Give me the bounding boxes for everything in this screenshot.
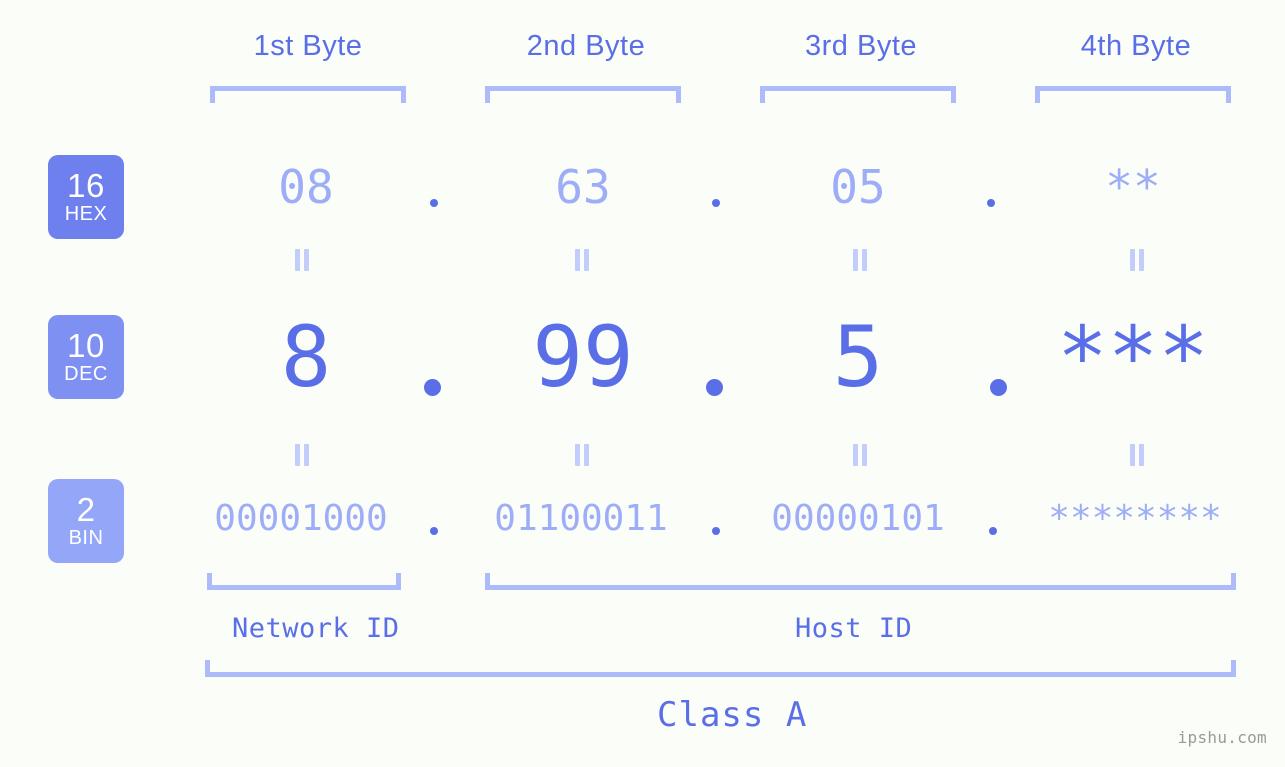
base-badge-hex-number: 16 xyxy=(67,166,105,204)
base-badge-dec: 10 DEC xyxy=(48,315,124,399)
byte-bracket-2 xyxy=(485,86,681,103)
hex-byte-4: ** xyxy=(1105,160,1161,214)
dec-byte-1: 8 xyxy=(280,308,332,406)
bin-separator-dot-1 xyxy=(430,527,438,535)
host-id-bracket xyxy=(485,573,1236,590)
dec-byte-2: 99 xyxy=(532,308,634,406)
equality-mark-hex-dec-1 xyxy=(292,249,312,271)
byte-header-label-2: 2nd Byte xyxy=(526,30,646,62)
dec-byte-3: 5 xyxy=(832,308,884,406)
dec-byte-4: *** xyxy=(1057,308,1209,406)
equality-mark-dec-bin-3 xyxy=(850,444,870,466)
byte-bracket-3 xyxy=(760,86,956,103)
equality-mark-dec-bin-1 xyxy=(292,444,312,466)
bin-byte-3: 00000101 xyxy=(771,498,945,539)
ip-address-breakdown-diagram: { "meta": { "background": "#fbfdf8", "ac… xyxy=(0,0,1285,767)
base-badge-dec-name: DEC xyxy=(64,362,108,385)
base-badge-dec-number: 10 xyxy=(67,326,105,364)
equality-mark-dec-bin-4 xyxy=(1127,444,1147,466)
hex-separator-dot-1 xyxy=(430,199,438,207)
base-badge-hex-name: HEX xyxy=(64,202,108,225)
host-id-label: Host ID xyxy=(795,613,913,644)
class-label: Class A xyxy=(657,695,808,735)
equality-mark-hex-dec-3 xyxy=(850,249,870,271)
byte-header-label-4: 4th Byte xyxy=(1080,30,1192,62)
base-badge-bin-name: BIN xyxy=(68,526,104,549)
bin-separator-dot-2 xyxy=(712,527,720,535)
bin-separator-dot-3 xyxy=(989,527,997,535)
dec-separator-dot-2 xyxy=(706,379,723,396)
hex-separator-dot-3 xyxy=(987,199,995,207)
bin-byte-1: 00001000 xyxy=(214,498,388,539)
hex-separator-dot-2 xyxy=(712,199,720,207)
byte-header-label-1: 1st Byte xyxy=(253,30,363,62)
byte-bracket-1 xyxy=(210,86,406,103)
dec-separator-dot-3 xyxy=(990,379,1007,396)
network-id-bracket xyxy=(207,573,401,590)
base-badge-bin: 2 BIN xyxy=(48,479,124,563)
network-id-label: Network ID xyxy=(232,613,400,644)
class-bracket xyxy=(205,660,1236,677)
bin-byte-4: ******** xyxy=(1048,498,1222,539)
hex-byte-2: 63 xyxy=(555,160,611,214)
site-watermark: ipshu.com xyxy=(1177,728,1267,747)
base-badge-hex: 16 HEX xyxy=(48,155,124,239)
equality-mark-dec-bin-2 xyxy=(572,444,592,466)
bin-byte-2: 01100011 xyxy=(494,498,668,539)
hex-byte-1: 08 xyxy=(278,160,334,214)
base-badge-bin-number: 2 xyxy=(76,490,96,528)
equality-mark-hex-dec-4 xyxy=(1127,249,1147,271)
hex-byte-3: 05 xyxy=(830,160,886,214)
equality-mark-hex-dec-2 xyxy=(572,249,592,271)
byte-bracket-4 xyxy=(1035,86,1231,103)
byte-header-label-3: 3rd Byte xyxy=(805,30,917,62)
dec-separator-dot-1 xyxy=(424,379,441,396)
